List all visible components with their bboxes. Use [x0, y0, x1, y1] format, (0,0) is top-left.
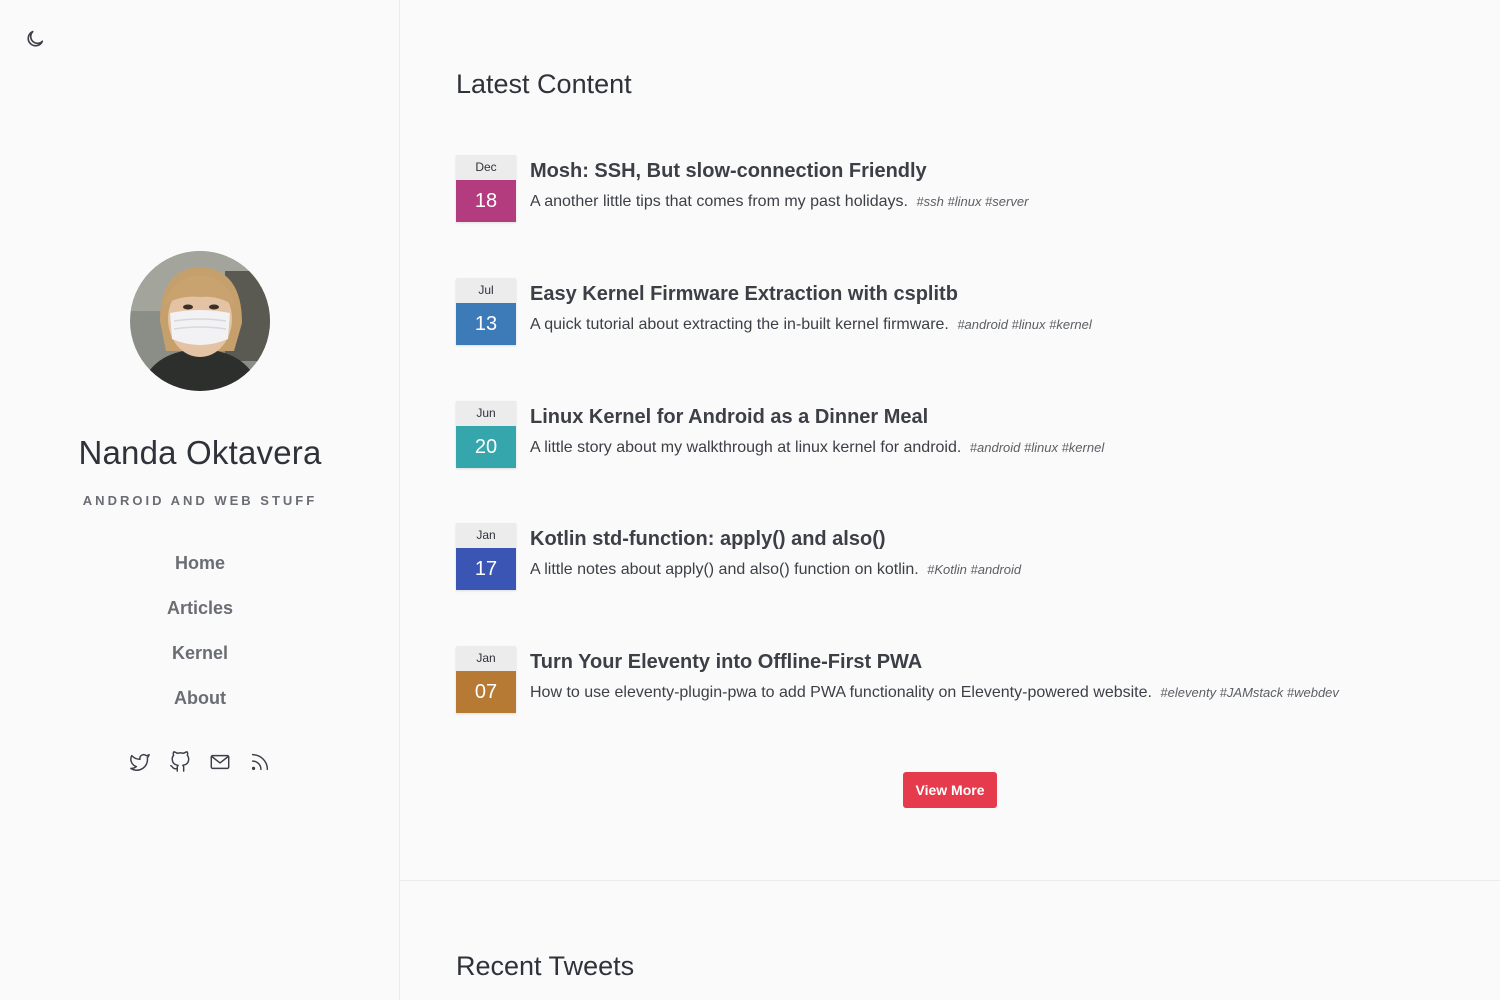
- mail-icon[interactable]: [208, 750, 232, 774]
- post-month: Jan: [456, 523, 516, 548]
- section-divider: [400, 880, 1500, 881]
- profile-tagline: ANDROID AND WEB STUFF: [82, 493, 318, 508]
- post-date: Jan 17: [456, 523, 516, 590]
- post-title-link[interactable]: Kotlin std-function: apply() and also(): [530, 528, 886, 551]
- post-description: A little notes about apply() and also() …: [530, 561, 1021, 579]
- rss-icon[interactable]: [248, 750, 272, 774]
- profile-name: Nanda Oktavera: [78, 434, 322, 471]
- nav-home[interactable]: Home: [175, 551, 225, 596]
- post-title-link[interactable]: Turn Your Eleventy into Offline-First PW…: [530, 651, 922, 674]
- main-content: Latest Content Dec 18 Mosh: SSH, But slo…: [400, 0, 1500, 1000]
- latest-content-heading: Latest Content: [456, 69, 632, 99]
- recent-tweets-heading: Recent Tweets: [456, 951, 635, 981]
- post-tags: #Kotlin #android: [927, 562, 1022, 577]
- post-date: Jun 20: [456, 401, 516, 468]
- post-month: Dec: [456, 155, 516, 180]
- post-summary: A little notes about apply() and also() …: [530, 561, 919, 578]
- post-date: Dec 18: [456, 155, 516, 222]
- post-tags: #ssh #linux #server: [916, 194, 1029, 209]
- sidebar: Nanda Oktavera ANDROID AND WEB STUFF Hom…: [0, 0, 400, 1000]
- post-tags: #android #linux #kernel: [957, 317, 1092, 332]
- post-month: Jan: [456, 646, 516, 671]
- post-summary: A another little tips that comes from my…: [530, 193, 908, 210]
- post-description: How to use eleventy-plugin-pwa to add PW…: [530, 684, 1339, 702]
- post-month: Jun: [456, 401, 516, 426]
- post-description: A little story about my walkthrough at l…: [530, 439, 1104, 457]
- post-summary: A quick tutorial about extracting the in…: [530, 316, 949, 333]
- post-summary: How to use eleventy-plugin-pwa to add PW…: [530, 684, 1152, 701]
- github-icon[interactable]: [168, 750, 192, 774]
- moon-icon: [27, 30, 44, 47]
- twitter-icon[interactable]: [128, 750, 152, 774]
- post-item: Dec 18 Mosh: SSH, But slow-connection Fr…: [456, 155, 1456, 222]
- post-day: 07: [456, 671, 516, 713]
- post-tags: #android #linux #kernel: [969, 440, 1105, 455]
- post-title-link[interactable]: Mosh: SSH, But slow-connection Friendly: [530, 160, 927, 183]
- post-day: 17: [456, 548, 516, 590]
- post-day: 20: [456, 426, 516, 468]
- view-more-button[interactable]: View More: [903, 772, 997, 808]
- post-description: A quick tutorial about extracting the in…: [530, 316, 1092, 334]
- avatar: [130, 251, 270, 391]
- post-item: Jul 13 Easy Kernel Firmware Extraction w…: [456, 278, 1456, 345]
- post-tags: #eleventy #JAMstack #webdev: [1160, 685, 1339, 700]
- nav-articles[interactable]: Articles: [167, 596, 233, 641]
- post-day: 18: [456, 180, 516, 222]
- nav-kernel[interactable]: Kernel: [172, 641, 228, 686]
- post-title-link[interactable]: Easy Kernel Firmware Extraction with csp…: [530, 283, 958, 306]
- social-links: [0, 750, 400, 774]
- post-item: Jan 07 Turn Your Eleventy into Offline-F…: [456, 646, 1456, 713]
- post-month: Jul: [456, 278, 516, 303]
- post-description: A another little tips that comes from my…: [530, 193, 1028, 211]
- post-title-link[interactable]: Linux Kernel for Android as a Dinner Mea…: [530, 406, 928, 429]
- dark-mode-toggle[interactable]: [22, 26, 48, 52]
- post-date: Jul 13: [456, 278, 516, 345]
- main-nav: Home Articles Kernel About: [0, 551, 400, 731]
- nav-about[interactable]: About: [174, 686, 226, 731]
- post-day: 13: [456, 303, 516, 345]
- post-item: Jun 20 Linux Kernel for Android as a Din…: [456, 401, 1456, 468]
- post-item: Jan 17 Kotlin std-function: apply() and …: [456, 523, 1456, 590]
- post-date: Jan 07: [456, 646, 516, 713]
- post-summary: A little story about my walkthrough at l…: [530, 439, 962, 456]
